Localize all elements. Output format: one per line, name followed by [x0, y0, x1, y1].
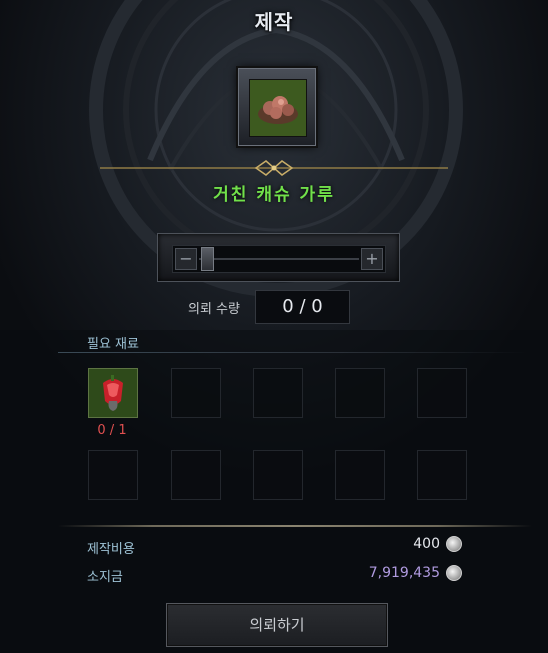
crafted-item-frame — [238, 68, 316, 146]
slider-handle[interactable] — [201, 247, 214, 271]
material-slot-5 — [417, 368, 467, 418]
material-slot-10 — [417, 450, 467, 500]
silver-coin-icon — [446, 565, 462, 581]
slider-track-line — [199, 258, 359, 260]
material-slot-7 — [171, 450, 221, 500]
material-count: 0 / 1 — [97, 423, 127, 438]
balance-label: 소지금 — [87, 570, 123, 585]
name-ornament-divider — [100, 160, 448, 176]
quantity-slider[interactable]: − + — [172, 245, 386, 273]
material-slot-6 — [88, 450, 138, 500]
decrease-quantity-button[interactable]: − — [175, 248, 197, 270]
material-slot-1[interactable] — [88, 368, 138, 418]
crafting-cost-value: 400 — [413, 536, 440, 552]
materials-divider — [58, 352, 528, 353]
crafted-item-name: 거친 캐슈 가루 — [213, 185, 335, 205]
request-craft-button[interactable]: 의뢰하기 — [166, 603, 388, 647]
balance-value: 7,919,435 — [368, 565, 440, 581]
materials-label: 필요 재료 — [87, 337, 139, 352]
page-title: 제작 — [254, 10, 294, 34]
increase-quantity-button[interactable]: + — [361, 248, 383, 270]
quantity-slider-frame: − + — [157, 233, 400, 282]
ground-cashew-powder-icon — [249, 79, 307, 137]
material-slot-8 — [253, 450, 303, 500]
material-slot-4 — [335, 368, 385, 418]
material-slot-9 — [335, 450, 385, 500]
red-cashew-fruit-icon — [103, 375, 123, 411]
cost-divider — [58, 525, 532, 527]
crafting-cost-label: 제작비용 — [87, 542, 135, 557]
quantity-value[interactable]: 0 / 0 — [255, 290, 350, 324]
silver-coin-icon — [446, 536, 462, 552]
material-slot-2 — [171, 368, 221, 418]
material-slot-3 — [253, 368, 303, 418]
quantity-label: 의뢰 수량 — [188, 302, 240, 317]
